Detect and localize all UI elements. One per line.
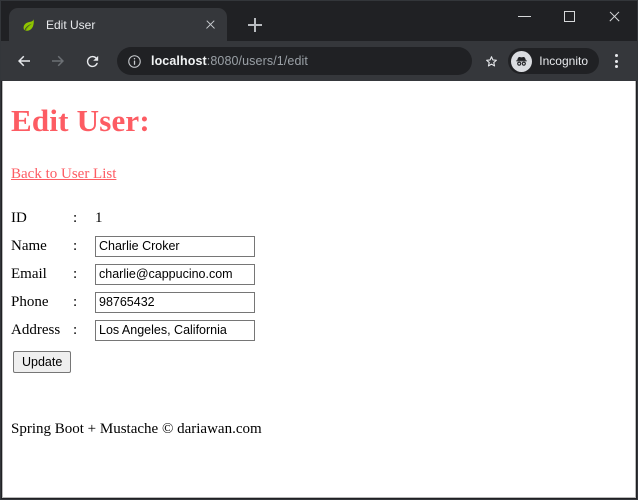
name-input[interactable] (95, 235, 255, 257)
bookmark-star-icon[interactable] (478, 48, 504, 74)
reload-button[interactable] (77, 46, 107, 76)
field-separator: : (73, 321, 78, 338)
kebab-dot (614, 59, 618, 63)
url-host: localhost (151, 54, 207, 68)
edit-user-form: ID : 1 Name : Email (11, 204, 627, 374)
update-button[interactable]: Update (13, 351, 72, 374)
user-fields-body: ID : 1 Name : Email (11, 204, 255, 344)
browser-window: Edit User localhost:8080/users/1/edit In… (0, 0, 638, 500)
field-separator: : (73, 265, 78, 282)
field-separator: : (73, 209, 78, 226)
field-label-name: Name (11, 237, 47, 254)
chrome-menu-icon[interactable] (603, 48, 629, 74)
minimize-icon[interactable] (502, 1, 547, 32)
browser-toolbar: localhost:8080/users/1/edit Incognito (1, 41, 637, 81)
field-separator: : (73, 293, 78, 310)
field-label-email: Email (11, 265, 47, 282)
email-input[interactable] (95, 263, 255, 285)
page-footer: Spring Boot + Mustache © dariawan.com (11, 421, 262, 438)
table-row: Name : (11, 232, 255, 260)
back-button[interactable] (9, 46, 39, 76)
close-icon[interactable] (202, 16, 219, 33)
address-input[interactable] (95, 319, 255, 341)
kebab-dot (614, 53, 618, 57)
maximize-icon[interactable] (547, 1, 592, 32)
kebab-dot (614, 65, 618, 69)
tab-strip: Edit User (1, 1, 637, 41)
field-label-phone: Phone (11, 293, 49, 310)
field-label-address: Address (11, 321, 61, 338)
page-content: Edit User: Back to User List ID : 1 Name… (3, 81, 635, 446)
page-title: Edit User: (11, 103, 150, 138)
tab-title: Edit User (46, 17, 96, 32)
site-information-icon[interactable] (127, 54, 142, 69)
incognito-profile-chip[interactable]: Incognito (508, 48, 599, 74)
table-row: ID : 1 (11, 204, 255, 232)
field-value-id: 1 (95, 209, 103, 226)
spring-leaf-icon (20, 17, 36, 33)
table-row: Email : (11, 260, 255, 288)
url-text: localhost:8080/users/1/edit (151, 54, 308, 68)
window-close-icon[interactable] (592, 1, 637, 32)
forward-button (43, 46, 73, 76)
address-bar[interactable]: localhost:8080/users/1/edit (117, 47, 473, 75)
url-path: :8080/users/1/edit (206, 54, 308, 68)
new-tab-button[interactable] (241, 11, 269, 39)
incognito-label: Incognito (539, 54, 588, 68)
incognito-spy-icon (511, 50, 533, 72)
table-row: Address : (11, 316, 255, 344)
user-fields-table: ID : 1 Name : Email (11, 204, 255, 344)
table-row: Phone : (11, 288, 255, 316)
field-label-id: ID (11, 209, 27, 226)
phone-input[interactable] (95, 291, 255, 313)
window-controls (502, 1, 637, 32)
back-to-user-list-link[interactable]: Back to User List (11, 166, 116, 183)
tab-edit-user[interactable]: Edit User (9, 8, 227, 41)
page-viewport: Edit User: Back to User List ID : 1 Name… (2, 81, 636, 498)
field-separator: : (73, 237, 78, 254)
